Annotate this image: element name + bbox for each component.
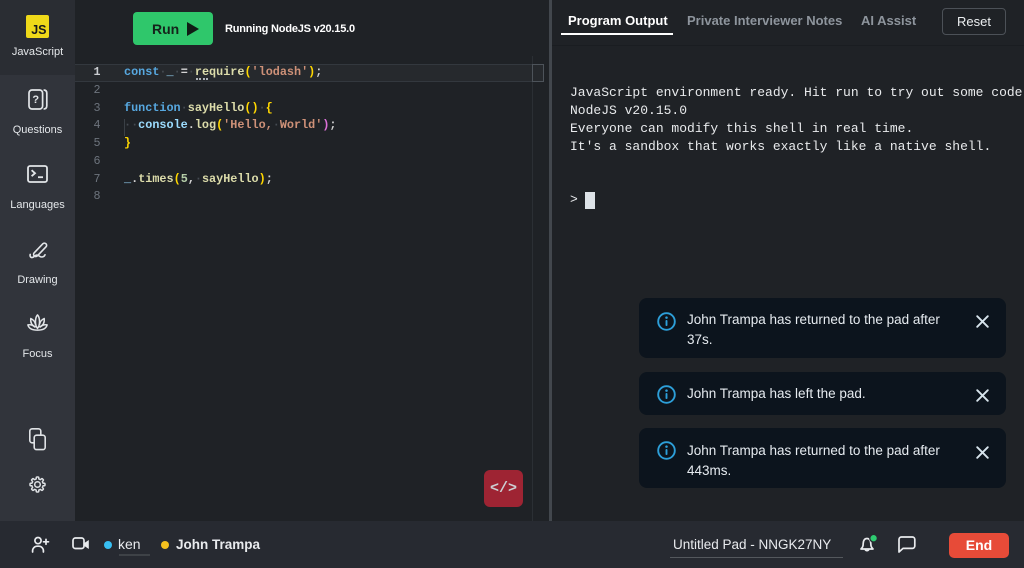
svg-text:?: ? <box>32 94 39 106</box>
